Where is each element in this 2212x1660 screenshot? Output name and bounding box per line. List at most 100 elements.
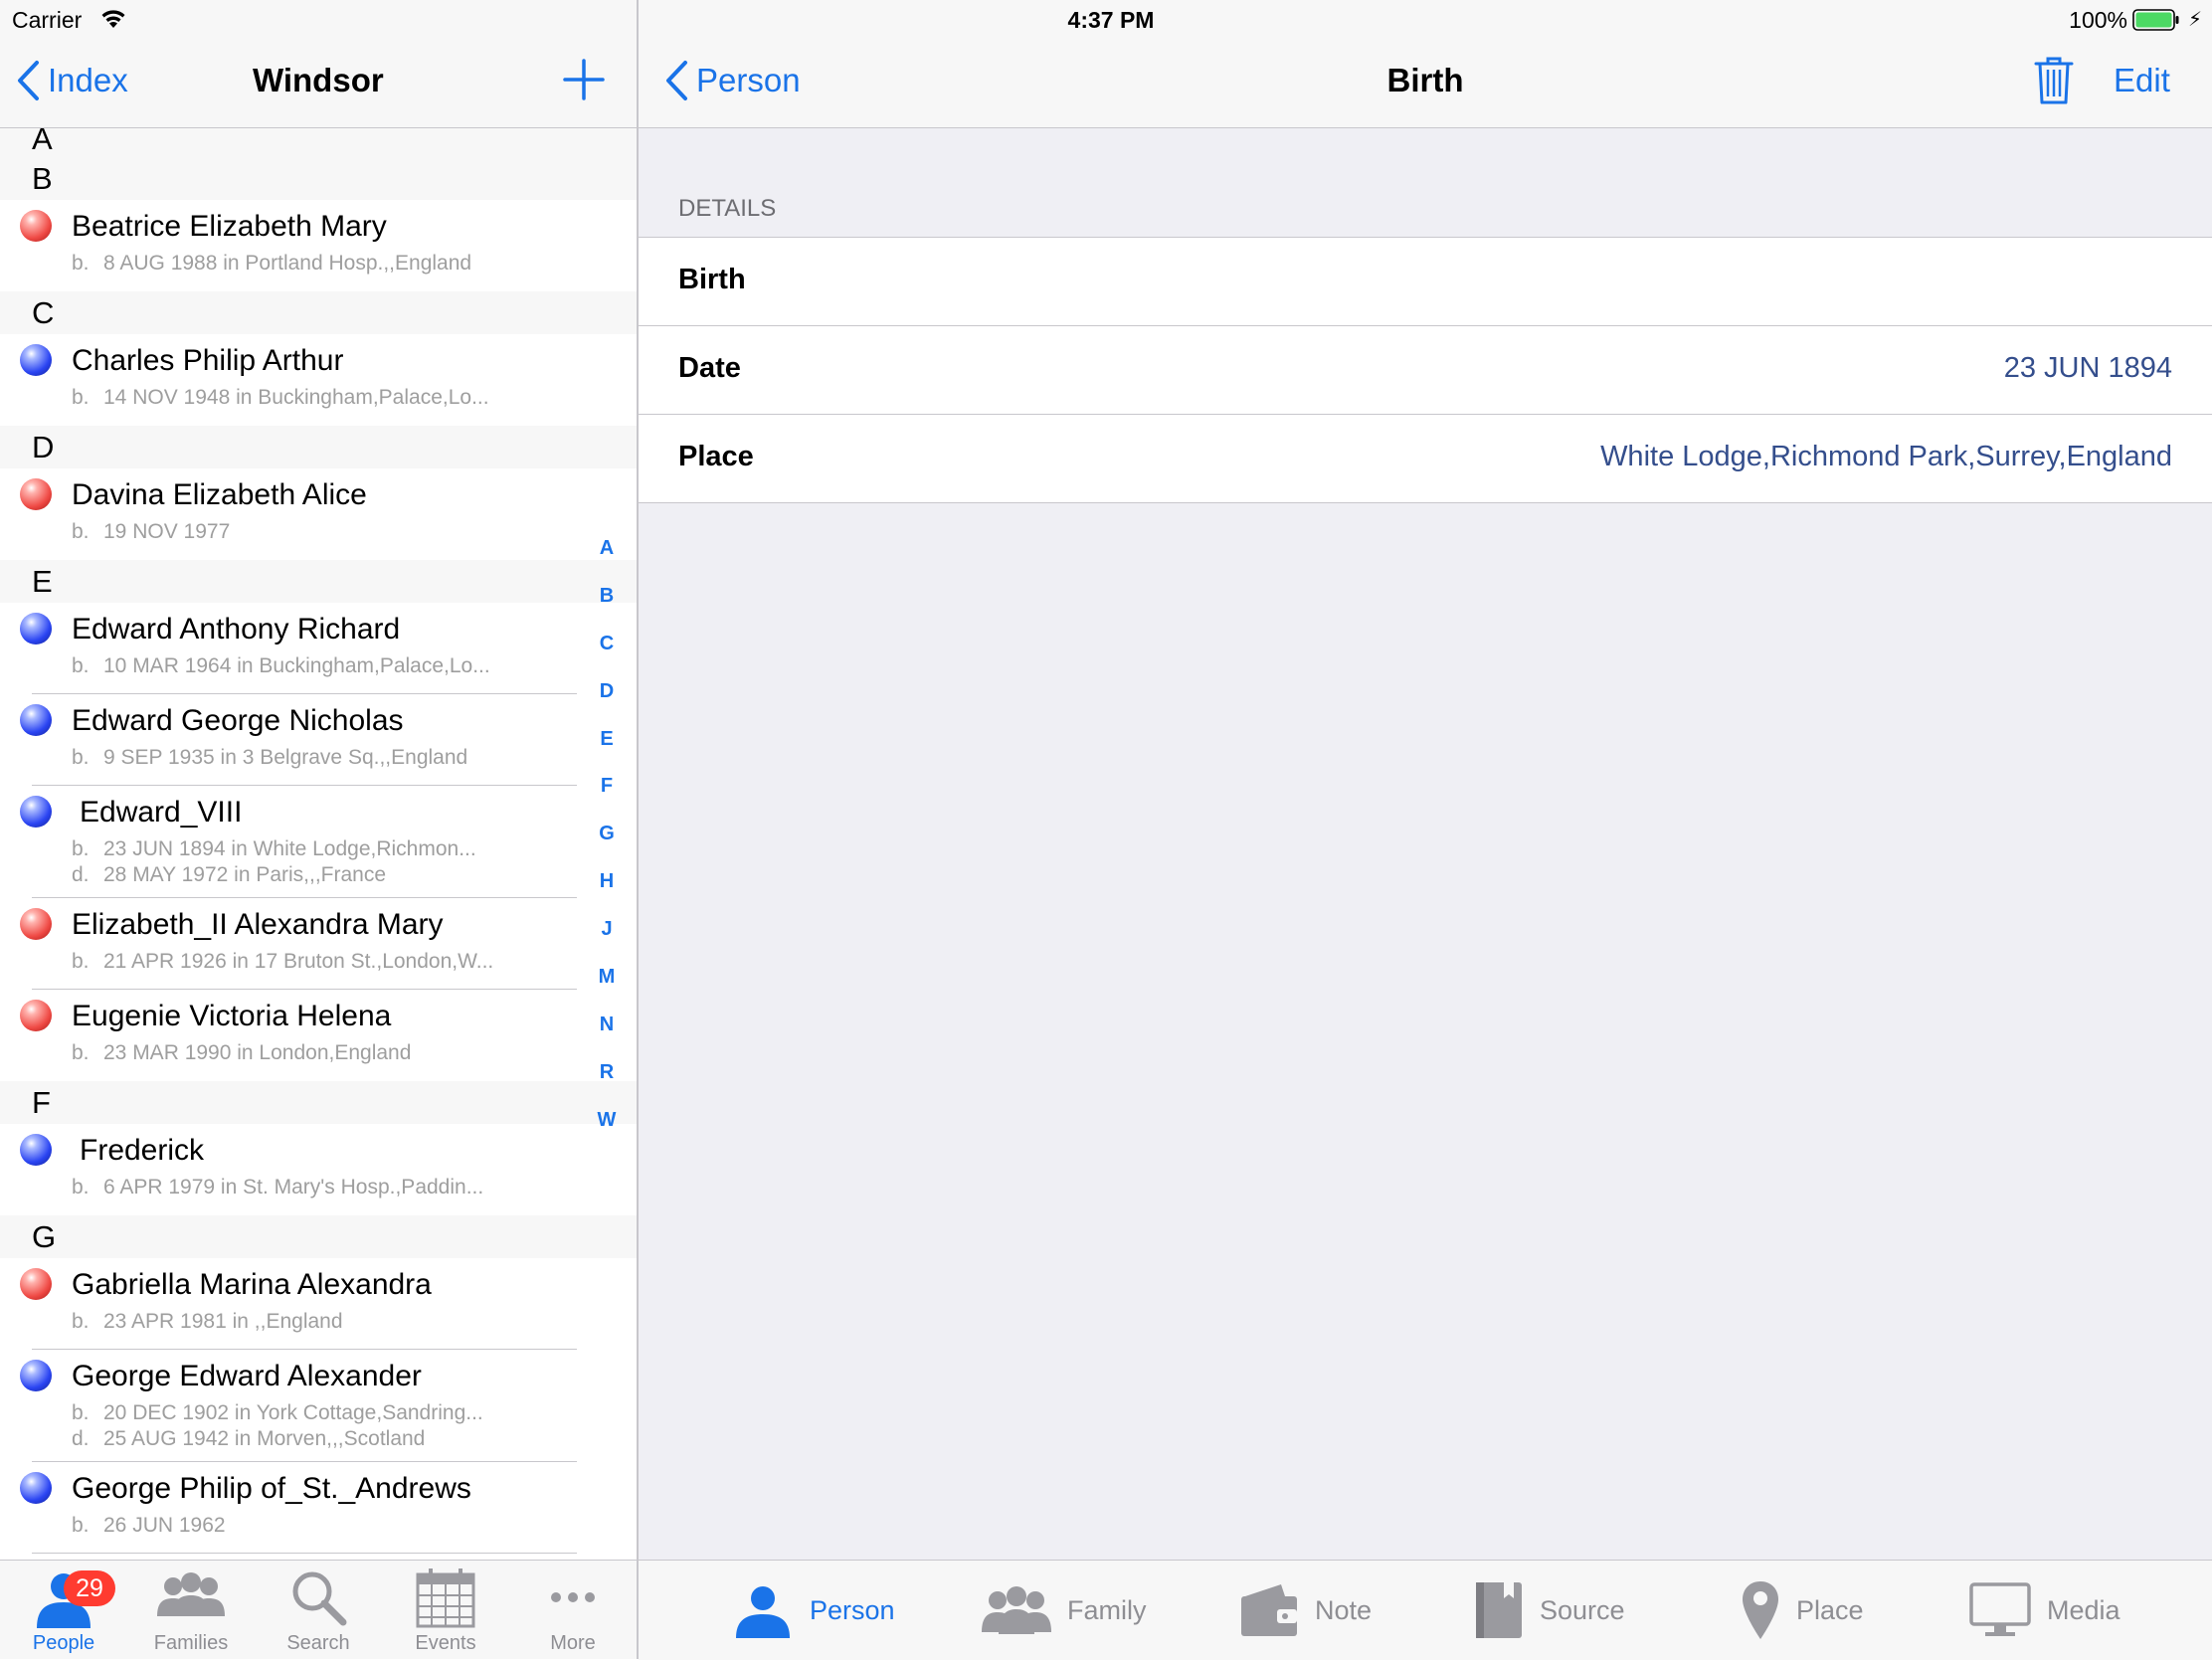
wallet-icon (1241, 1584, 1297, 1636)
add-person-icon[interactable] (562, 58, 606, 101)
tab-place-label: Place (1796, 1594, 1864, 1625)
index-letter[interactable]: M (587, 966, 627, 1014)
person-row[interactable]: Frederick b. 6 APR 1979 in St. Mary's Hos… (0, 1124, 637, 1215)
person-name: Edward Anthony Richard (72, 613, 401, 646)
index-back-button[interactable]: Index (16, 60, 128, 101)
book-icon (1476, 1582, 1522, 1638)
index-letter[interactable]: B (587, 585, 627, 633)
male-icon (20, 1134, 52, 1166)
tab-person[interactable]: Person (732, 1561, 895, 1660)
birth-detail: b. 14 NOV 1948 in Buckingham,Palace,Lo... (72, 386, 489, 409)
person-row[interactable]: Edward George Nicholas b. 9 SEP 1935 in 3… (0, 694, 637, 786)
person-row[interactable]: Elizabeth_II Alexandra Mary b. 21 APR 192… (0, 898, 637, 990)
details-section-header: DETAILS (678, 195, 777, 222)
tab-people[interactable]: 29 People (0, 1561, 127, 1659)
index-letter[interactable]: E (587, 728, 627, 776)
male-icon (20, 704, 52, 736)
person-row[interactable]: Gabriella Marina Alexandra b. 23 APR 1981… (0, 1258, 637, 1350)
tab-family-label: Family (1067, 1594, 1147, 1625)
birth-detail: b. 21 APR 1926 in 17 Bruton St.,London,W.… (72, 950, 494, 973)
index-letter[interactable]: F (587, 775, 627, 823)
section-header-d: D (0, 426, 637, 468)
index-letter[interactable]: N (587, 1014, 627, 1061)
tree-title: Windsor (253, 62, 384, 98)
tab-place[interactable]: Place (1741, 1561, 1864, 1660)
death-detail: d. 28 MAY 1972 in Paris,,,France (72, 863, 387, 886)
index-letter[interactable]: D (587, 680, 627, 728)
section-header-b: B (0, 157, 637, 200)
index-letter[interactable]: G (587, 823, 627, 870)
map-pin-icon (1743, 1581, 1778, 1639)
event-detail-pane: Person Birth Edit DETAILS Birth Date 23 … (639, 0, 2212, 1660)
person-name: Charles Philip Arthur (72, 344, 344, 377)
trash-icon[interactable] (2034, 56, 2074, 105)
male-icon (20, 796, 52, 828)
section-header-a: A (0, 127, 637, 157)
place-row[interactable]: Place White Lodge,Richmond Park,Surrey,E… (639, 414, 2212, 502)
person-name: Gabriella Marina Alexandra (72, 1268, 432, 1301)
chevron-left-icon (18, 61, 39, 100)
female-icon (20, 1000, 52, 1031)
index-letter[interactable]: W (587, 1109, 627, 1157)
person-row[interactable]: Charles Philip Arthur b. 14 NOV 1948 in B… (0, 334, 637, 426)
index-letter[interactable]: A (587, 537, 627, 585)
tab-families[interactable]: Families (127, 1561, 255, 1659)
place-label: Place (678, 441, 754, 472)
row-separator (32, 1553, 577, 1554)
left-tab-bar: 29 People Families Search Events More (0, 1560, 637, 1659)
person-row[interactable]: Eugenie Victoria Helena b. 23 MAR 1990 in… (0, 990, 637, 1081)
index-letter[interactable]: H (587, 870, 627, 918)
family-icon (982, 1586, 1051, 1634)
tab-search[interactable]: Search (255, 1561, 382, 1659)
event-type-label: Birth (678, 264, 746, 295)
date-row[interactable]: Date 23 JUN 1894 (639, 325, 2212, 414)
tab-person-label: Person (810, 1594, 895, 1625)
index-letter[interactable]: R (587, 1061, 627, 1109)
monitor-icon (1969, 1582, 2031, 1636)
person-row[interactable]: Davina Elizabeth Alice b. 19 NOV 1977 (0, 468, 637, 560)
section-header-e: E (0, 560, 637, 603)
index-letter[interactable]: J (587, 918, 627, 966)
person-name: George Edward Alexander (72, 1360, 422, 1392)
person-row[interactable]: Edward_VIII b. 23 JUN 1894 in White Lodge… (0, 786, 637, 898)
birth-detail: b. 23 MAR 1990 in London,England (72, 1041, 412, 1064)
tab-families-label: Families (153, 1632, 229, 1654)
more-icon (551, 1592, 595, 1602)
people-count-badge: 29 (64, 1570, 115, 1606)
tab-events[interactable]: Events (382, 1561, 509, 1659)
person-name: Elizabeth_II Alexandra Mary (72, 908, 444, 941)
tab-source[interactable]: Source (1472, 1561, 1625, 1660)
person-row[interactable]: Edward Anthony Richard b. 10 MAR 1964 in … (0, 603, 637, 694)
families-icon (157, 1572, 225, 1616)
search-icon (292, 1571, 347, 1626)
birth-detail: b. 26 JUN 1962 (72, 1514, 226, 1537)
edit-button[interactable]: Edit (2114, 62, 2170, 99)
tab-source-label: Source (1540, 1594, 1625, 1625)
tab-media-label: Media (2047, 1594, 2120, 1625)
place-value: White Lodge,Richmond Park,Surrey,England (1600, 441, 2172, 472)
person-row[interactable]: George Philip of_St._Andrews b. 26 JUN 19… (0, 1462, 637, 1554)
section-header-c: C (0, 291, 637, 334)
person-name: Beatrice Elizabeth Mary (72, 210, 387, 243)
tab-note[interactable]: Note (1239, 1561, 1372, 1660)
tab-family[interactable]: Family (982, 1561, 1147, 1660)
charging-icon: ⚡ (2187, 9, 2202, 31)
event-title: Birth (1386, 62, 1464, 98)
index-letter[interactable]: C (587, 633, 627, 680)
tab-note-label: Note (1315, 1594, 1373, 1625)
right-tab-bar: Person Family Note Source Place Media (639, 1560, 2212, 1660)
person-name: Edward George Nicholas (72, 704, 404, 737)
birth-detail: b. 20 DEC 1902 in York Cottage,Sandring..… (72, 1401, 483, 1424)
person-name: George Philip of_St._Andrews (72, 1472, 471, 1505)
person-row[interactable]: Beatrice Elizabeth Mary b. 8 AUG 1988 in … (0, 200, 637, 291)
tab-more[interactable]: More (509, 1561, 637, 1659)
person-row[interactable]: George Edward Alexander b. 20 DEC 1902 in… (0, 1350, 637, 1462)
birth-detail: b. 19 NOV 1977 (72, 520, 231, 543)
details-table: Birth Date 23 JUN 1894 Place White Lodge… (639, 237, 2212, 503)
section-index[interactable]: A B C D E F G H J M N R W (587, 537, 627, 1157)
tab-media[interactable]: Media (1969, 1561, 2120, 1660)
status-bar: Carrier 4:37 PM 100% ⚡ (0, 0, 2212, 40)
event-type-row[interactable]: Birth (639, 238, 2212, 325)
birth-detail: b. 9 SEP 1935 in 3 Belgrave Sq.,,England (72, 746, 468, 769)
people-list[interactable]: A B Beatrice Elizabeth Mary b. 8 AUG 1988… (0, 127, 637, 1560)
